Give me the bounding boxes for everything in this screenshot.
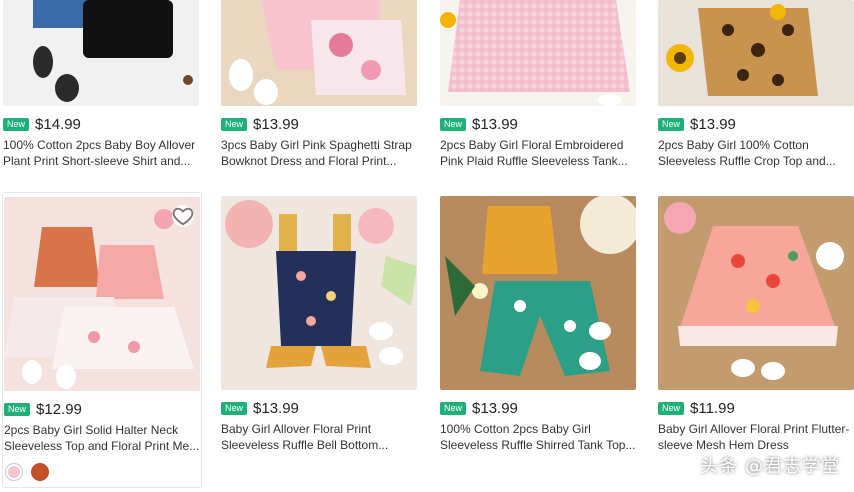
product-title[interactable]: 3pcs Baby Girl Pink Spaghetti Strap Bowk…	[221, 137, 417, 169]
color-swatches	[5, 463, 49, 481]
new-badge: New	[658, 401, 685, 415]
swatch-pink-color	[8, 466, 20, 478]
swatch-rust[interactable]	[31, 463, 49, 481]
new-badge: New	[221, 401, 248, 415]
product-price: $14.99	[35, 115, 81, 133]
product-image[interactable]	[658, 0, 854, 106]
product-price: $13.99	[690, 115, 736, 133]
product-image[interactable]	[658, 196, 854, 390]
new-badge: New	[440, 117, 467, 131]
new-badge: New	[3, 117, 30, 131]
product-price: $13.99	[472, 115, 518, 133]
product-image[interactable]	[440, 0, 636, 106]
product-title[interactable]: 100% Cotton 2pcs Baby Boy Allover Plant …	[3, 137, 199, 169]
product-title[interactable]: Baby Girl Allover Floral Print Sleeveles…	[221, 421, 417, 453]
product-price: $13.99	[253, 115, 299, 133]
product-title[interactable]: Baby Girl Allover Floral Print Flutter- …	[658, 421, 854, 453]
product-price: $12.99	[36, 400, 82, 418]
product-title[interactable]: 2pcs Baby Girl Floral Embroidered Pink P…	[440, 137, 636, 169]
swatch-pink[interactable]	[5, 463, 23, 481]
product-image[interactable]	[221, 196, 417, 390]
new-badge: New	[440, 401, 467, 415]
product-price: $13.99	[472, 399, 518, 417]
product-title[interactable]: 2pcs Baby Girl Solid Halter Neck Sleevel…	[4, 422, 200, 454]
product-image[interactable]	[221, 0, 417, 106]
new-badge: New	[658, 117, 685, 131]
product-price: $13.99	[253, 399, 299, 417]
new-badge: New	[4, 402, 31, 416]
product-card[interactable]: New $12.99 2pcs Baby Girl Solid Halter N…	[2, 192, 202, 488]
product-image[interactable]	[3, 0, 199, 106]
new-badge: New	[221, 117, 248, 131]
product-title[interactable]: 100% Cotton 2pcs Baby Girl Sleeveless Ru…	[440, 421, 636, 453]
product-title[interactable]: 2pcs Baby Girl 100% Cotton Sleeveless Ru…	[658, 137, 854, 169]
watermark-text: 头条 @君志学堂	[700, 456, 840, 477]
favorite-heart-icon[interactable]	[172, 205, 194, 227]
product-image[interactable]	[440, 196, 636, 390]
product-image[interactable]	[4, 197, 200, 391]
product-price: $11.99	[690, 399, 735, 417]
